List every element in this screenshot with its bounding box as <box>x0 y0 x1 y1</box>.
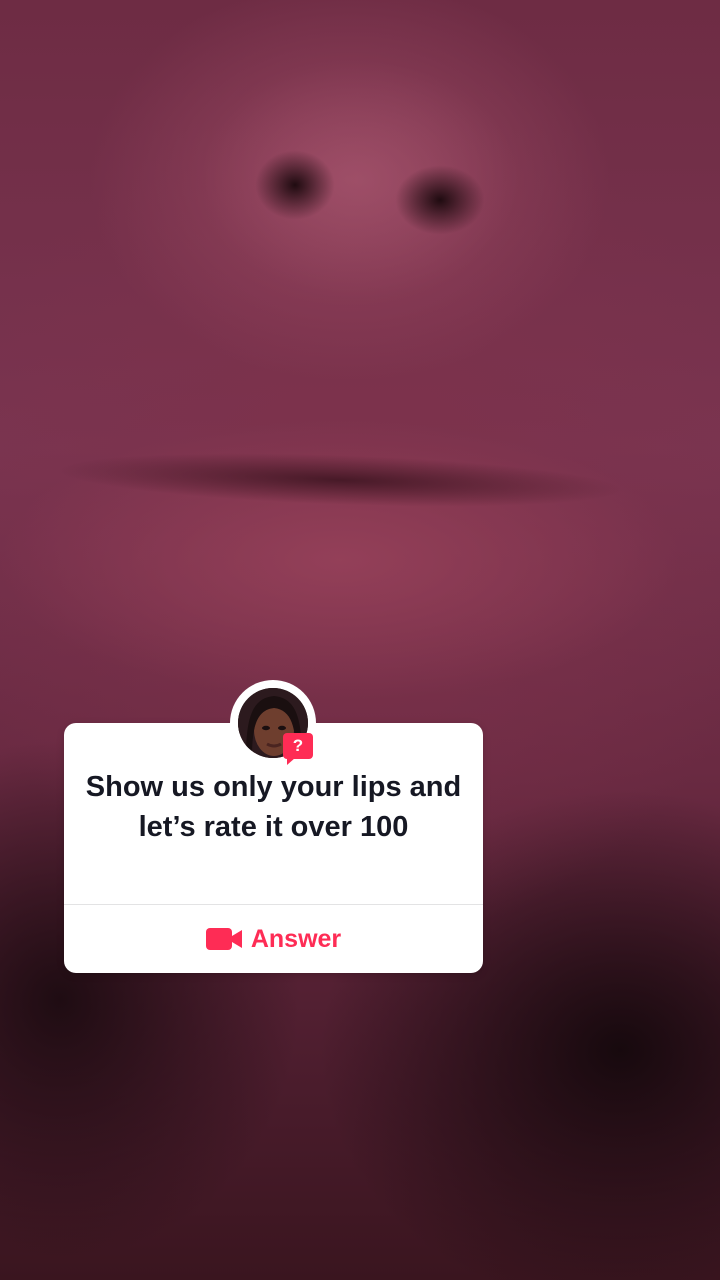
nostril-left <box>255 150 335 220</box>
question-text: Show us only your lips and let’s rate it… <box>85 771 462 843</box>
lip-line <box>54 445 626 515</box>
answer-label: Answer <box>250 924 342 953</box>
question-badge-icon: ? <box>283 733 313 765</box>
answer-button[interactable]: Answer <box>64 905 483 973</box>
nostril-right <box>395 165 485 235</box>
video-background <box>0 0 720 1280</box>
video-camera-icon <box>205 927 243 951</box>
video-stage[interactable]: Show us only your lips and let’s rate it… <box>0 0 720 1280</box>
